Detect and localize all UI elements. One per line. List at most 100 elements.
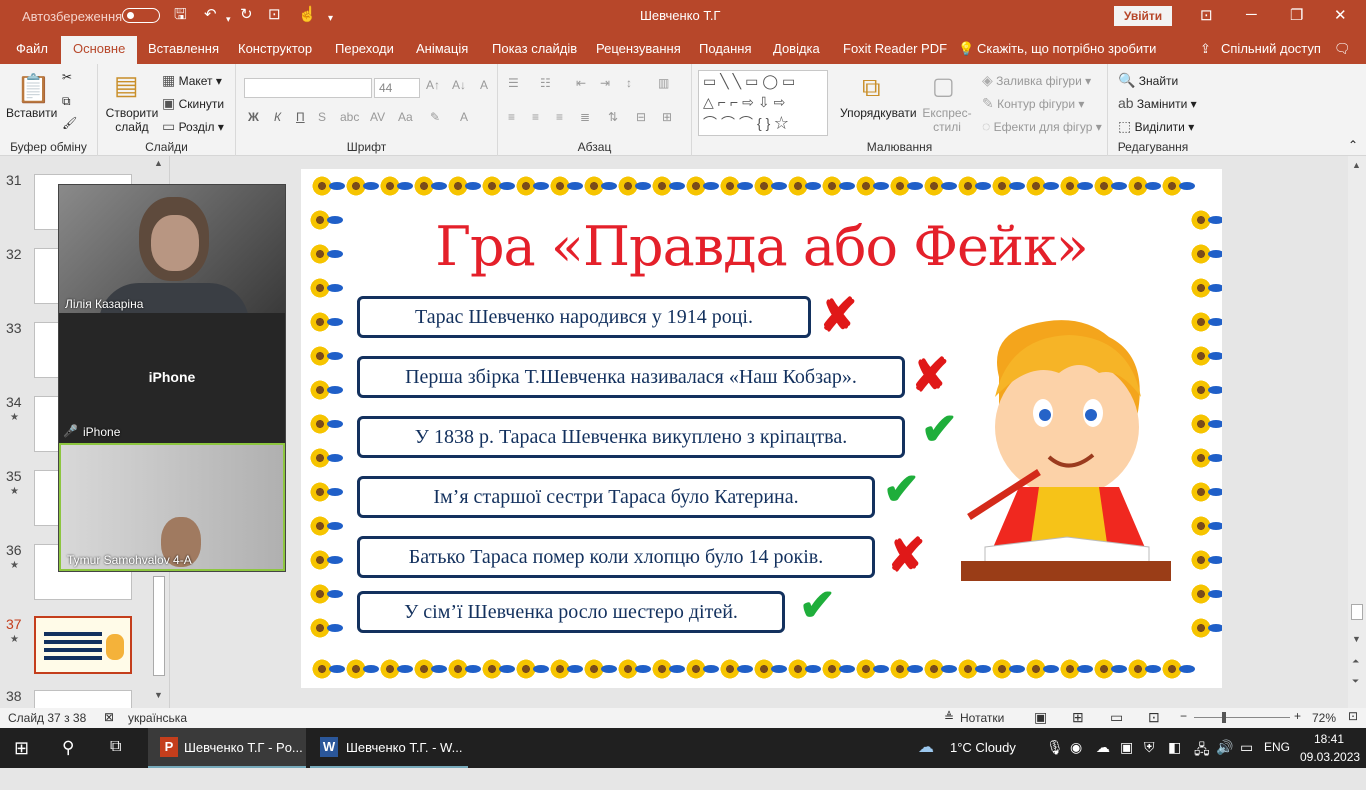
tab-insert[interactable]: Вставлення: [148, 41, 219, 56]
display-icon[interactable]: ▭: [1240, 739, 1253, 779]
section-button[interactable]: ▭ Розділ ▾: [162, 118, 224, 135]
char-spacing-icon[interactable]: abc: [340, 110, 359, 124]
windows-start-icon[interactable]: ⊞: [14, 738, 29, 778]
reset-button[interactable]: ▣ Скинути: [162, 95, 224, 112]
close-icon[interactable]: ✕: [1334, 6, 1347, 24]
italic-button[interactable]: К: [274, 110, 281, 124]
strikethrough-icon[interactable]: S: [318, 110, 326, 124]
taskbar-word[interactable]: W Шевченко Т.Г. - W...: [310, 728, 468, 768]
quick-styles-icon[interactable]: ▢: [932, 72, 955, 101]
statement-box[interactable]: Ім’я старшої сестри Тараса було Катерина…: [357, 476, 875, 518]
font-color-icon[interactable]: A: [460, 110, 468, 124]
share-button[interactable]: Спільний доступ: [1221, 41, 1321, 56]
search-icon[interactable]: ⚲: [62, 738, 74, 778]
next-slide-icon[interactable]: ⏷: [1352, 676, 1359, 687]
tab-transitions[interactable]: Переходи: [335, 41, 394, 56]
normal-view-icon[interactable]: ▣: [1034, 709, 1047, 726]
smartart-icon[interactable]: ⊞: [662, 110, 672, 124]
scroll-up-icon[interactable]: ▲: [154, 158, 163, 168]
slideshow-view-icon[interactable]: ⊡: [1148, 709, 1160, 726]
zoom-out-icon[interactable]: −: [1180, 709, 1187, 723]
task-view-icon[interactable]: ⧉: [110, 738, 121, 778]
layout-button[interactable]: ▦ Макет ▾: [162, 72, 222, 89]
change-case-icon[interactable]: Aa: [398, 110, 413, 124]
weather-widget[interactable]: 1°C Cloudy: [950, 740, 1016, 780]
zoom-level[interactable]: 72%: [1312, 711, 1336, 725]
comments-icon[interactable]: 🗨: [1334, 41, 1351, 57]
new-slide-icon[interactable]: ▤: [114, 70, 139, 101]
tab-view[interactable]: Подання: [699, 41, 752, 56]
align-text-icon[interactable]: ⊟: [636, 110, 646, 124]
tray-icon[interactable]: ◧: [1168, 739, 1181, 779]
shape-outline-button[interactable]: ✎ Контур фігури ▾: [982, 95, 1084, 112]
spellcheck-icon[interactable]: ⊠: [104, 710, 114, 724]
arrange-button[interactable]: Упорядкувати: [840, 106, 917, 120]
underline-button[interactable]: П: [296, 110, 305, 124]
tab-review[interactable]: Рецензування: [596, 41, 681, 56]
video-tile-participant-3[interactable]: Tymur Samohvalov 4-А: [59, 443, 285, 571]
taskbar-powerpoint[interactable]: P Шевченко Т.Г - Po...: [148, 728, 306, 768]
columns-icon[interactable]: ▥: [658, 76, 669, 90]
slide-thumbnail-37[interactable]: [34, 616, 132, 674]
select-button[interactable]: ⬚ Виділити ▾: [1118, 118, 1194, 135]
tab-foxit[interactable]: Foxit Reader PDF: [843, 41, 947, 56]
signin-button[interactable]: Увійти: [1114, 6, 1172, 26]
statement-box[interactable]: У сім’ї Шевченка росло шестеро дітей.: [357, 591, 785, 633]
tab-design[interactable]: Конструктор: [238, 41, 312, 56]
notes-button[interactable]: Нотатки: [960, 711, 1004, 725]
zoom-in-icon[interactable]: +: [1294, 709, 1301, 723]
font-size-box[interactable]: 44: [374, 78, 420, 98]
undo-dropdown-icon[interactable]: ▾: [226, 10, 231, 28]
shrink-font-icon[interactable]: A↓: [452, 78, 466, 92]
paste-icon[interactable]: 📋: [16, 72, 51, 105]
redo-icon[interactable]: ↻: [240, 6, 253, 24]
find-button[interactable]: 🔍 Знайти: [1118, 72, 1178, 89]
collapse-ribbon-icon[interactable]: ⌃: [1348, 138, 1358, 152]
arrange-icon[interactable]: ⧉: [862, 72, 881, 104]
align-left-icon[interactable]: ≡: [508, 110, 515, 124]
tab-home[interactable]: Основне: [61, 36, 138, 64]
undo-icon[interactable]: ↶: [204, 6, 217, 24]
bold-button[interactable]: Ж: [248, 110, 259, 124]
save-icon[interactable]: 🖫: [174, 6, 187, 24]
scrollbar-thumb[interactable]: [1351, 604, 1363, 620]
zoom-app-icon[interactable]: ◉: [1070, 739, 1082, 779]
statement-box[interactable]: Тарас Шевченко народився у 1914 році.: [357, 296, 811, 338]
copy-icon[interactable]: ⧉: [62, 94, 71, 109]
scroll-down-icon[interactable]: ▼: [1352, 634, 1361, 644]
cut-icon[interactable]: ✂: [62, 70, 72, 84]
font-name-box[interactable]: [244, 78, 372, 98]
vertical-scrollbar[interactable]: ▲ ▼ ⏶ ⏷: [1348, 156, 1366, 708]
customize-toolbar-icon[interactable]: ▾: [328, 10, 333, 28]
previous-slide-icon[interactable]: ⏶: [1352, 656, 1359, 667]
statement-box[interactable]: Батько Тараса помер коли хлопцю було 14 …: [357, 536, 875, 578]
fit-slide-icon[interactable]: ⊡: [1348, 709, 1358, 723]
line-spacing-icon[interactable]: ↕: [626, 76, 632, 90]
zoom-slider-handle[interactable]: [1222, 712, 1226, 723]
case-icon[interactable]: AV: [370, 110, 385, 124]
statement-box[interactable]: У 1838 р. Тараса Шевченка викуплено з кр…: [357, 416, 905, 458]
maximize-icon[interactable]: ❐: [1290, 6, 1303, 24]
bullets-icon[interactable]: ☰: [508, 76, 519, 90]
numbering-icon[interactable]: ☷: [540, 76, 551, 90]
zoom-slider[interactable]: [1194, 717, 1290, 718]
align-center-icon[interactable]: ≡: [532, 110, 539, 124]
slide-37[interactable]: Гра «Правда або Фейк» Тарас Шевченко нар…: [301, 169, 1222, 688]
shape-effects-button[interactable]: ◌ Ефекти для фігур ▾: [982, 118, 1102, 134]
clear-format-icon[interactable]: A: [480, 78, 488, 92]
statement-box[interactable]: Перша збірка Т.Шевченка називалася «Наш …: [357, 356, 905, 398]
onedrive-icon[interactable]: ☁: [1096, 739, 1110, 779]
decrease-indent-icon[interactable]: ⇤: [576, 76, 586, 90]
replace-button[interactable]: ab Замінити ▾: [1118, 95, 1197, 111]
minimize-icon[interactable]: ─: [1246, 6, 1257, 23]
paste-button[interactable]: Вставити: [6, 106, 57, 120]
highlight-icon[interactable]: ✎: [430, 110, 440, 124]
language-indicator[interactable]: ENG: [1264, 740, 1290, 780]
scrollbar-thumb[interactable]: [153, 576, 165, 676]
tab-help[interactable]: Довідка: [773, 41, 820, 56]
network-icon[interactable]: 🖧: [1194, 739, 1210, 779]
language-indicator[interactable]: українська: [128, 711, 187, 725]
grow-font-icon[interactable]: A↑: [426, 78, 440, 92]
format-painter-icon[interactable]: 🖌: [62, 116, 77, 130]
clock-date[interactable]: 09.03.2023: [1300, 750, 1360, 790]
